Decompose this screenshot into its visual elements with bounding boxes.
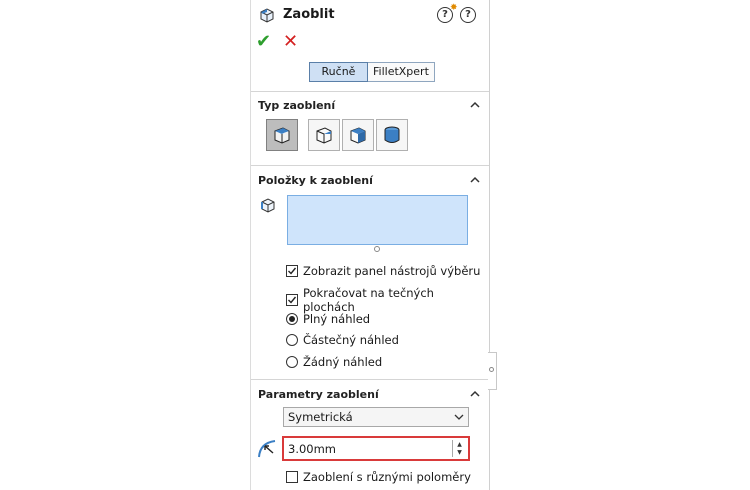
collapse-chevron-icon[interactable] [469,388,481,403]
full-round-fillet-button[interactable] [376,119,408,151]
checkbox-checked-icon [286,265,298,277]
section-title-fillet-type: Typ zaoblení [258,99,336,112]
divider [251,379,489,380]
mode-tabbar: Ručně FilletXpert [309,62,435,82]
radio-label: Částečný náhled [303,333,399,347]
checkbox-tangent-propagation[interactable]: Pokračovat na tečných plochách [286,286,489,314]
face-fillet-button[interactable] [342,119,374,151]
chevron-down-icon [454,414,464,420]
spin-down-icon[interactable]: ▼ [453,448,466,456]
checkbox-label: Pokračovat na tečných plochách [303,286,434,314]
variable-size-fillet-button[interactable] [308,119,340,151]
tab-filletxpert[interactable]: FilletXpert [368,62,435,82]
checkbox-label: Zobrazit panel nástrojů výběru [303,264,481,278]
constant-size-fillet-button[interactable] [266,119,298,151]
section-title-parameters: Parametry zaoblení [258,388,379,401]
radio-partial-preview[interactable]: Částečný náhled [286,333,399,347]
radius-input[interactable]: 3.00mm ▲ ▼ [282,436,470,461]
variable-fillet-icon [316,127,332,144]
property-manager-panel: Zaoblit ? ✸ ? ✔ ✕ Ručně FilletXpert Typ … [250,0,490,490]
resize-handle-icon[interactable] [374,246,380,252]
collapse-chevron-icon[interactable] [469,174,481,189]
checkbox-multiple-radius[interactable]: Zaoblení s různými poloměry [286,470,471,484]
checkbox-checked-icon [286,294,298,306]
fillet-feature-icon [258,6,276,24]
divider [251,91,489,92]
radius-value: 3.00mm [288,442,337,456]
radio-label: Plný náhled [303,312,371,326]
checkbox-label: Zaoblení s různými poloměry [303,470,471,484]
radio-full-preview[interactable]: Plný náhled [286,312,370,326]
ok-checkmark-icon[interactable]: ✔ [256,31,271,52]
radio-unselected-icon [286,334,298,346]
radio-selected-icon [286,313,298,325]
radius-spinner[interactable]: ▲ ▼ [452,440,466,457]
spin-up-icon[interactable]: ▲ [453,440,466,448]
checkbox-unchecked-icon [286,471,298,483]
panel-resize-grip[interactable] [488,352,497,390]
full-round-fillet-icon [384,126,400,143]
section-title-items: Položky k zaoblení [258,174,373,187]
star-icon: ✸ [450,3,458,13]
dropdown-value: Symetrická [288,410,353,424]
face-fillet-icon [350,127,366,144]
panel-title: Zaoblit [283,7,335,22]
help-icon: ? [460,7,476,23]
collapse-chevron-icon[interactable] [469,99,481,114]
whats-new-help-button[interactable]: ? ✸ [437,3,458,23]
checkbox-show-selection-toolbar[interactable]: Zobrazit panel nástrojů výběru [286,264,480,278]
radio-unselected-icon [286,356,298,368]
constant-fillet-icon [274,127,290,144]
radius-icon [256,437,278,459]
edges-selection-icon [260,197,276,213]
cancel-x-icon[interactable]: ✕ [283,31,298,52]
fillet-method-dropdown[interactable]: Symetrická [283,407,469,427]
radio-no-preview[interactable]: Žádný náhled [286,355,382,369]
tab-manual[interactable]: Ručně [309,62,368,82]
radio-label: Žádný náhled [303,355,383,369]
help-button[interactable]: ? [460,7,476,23]
divider [251,165,489,166]
items-selection-box[interactable] [287,195,468,245]
